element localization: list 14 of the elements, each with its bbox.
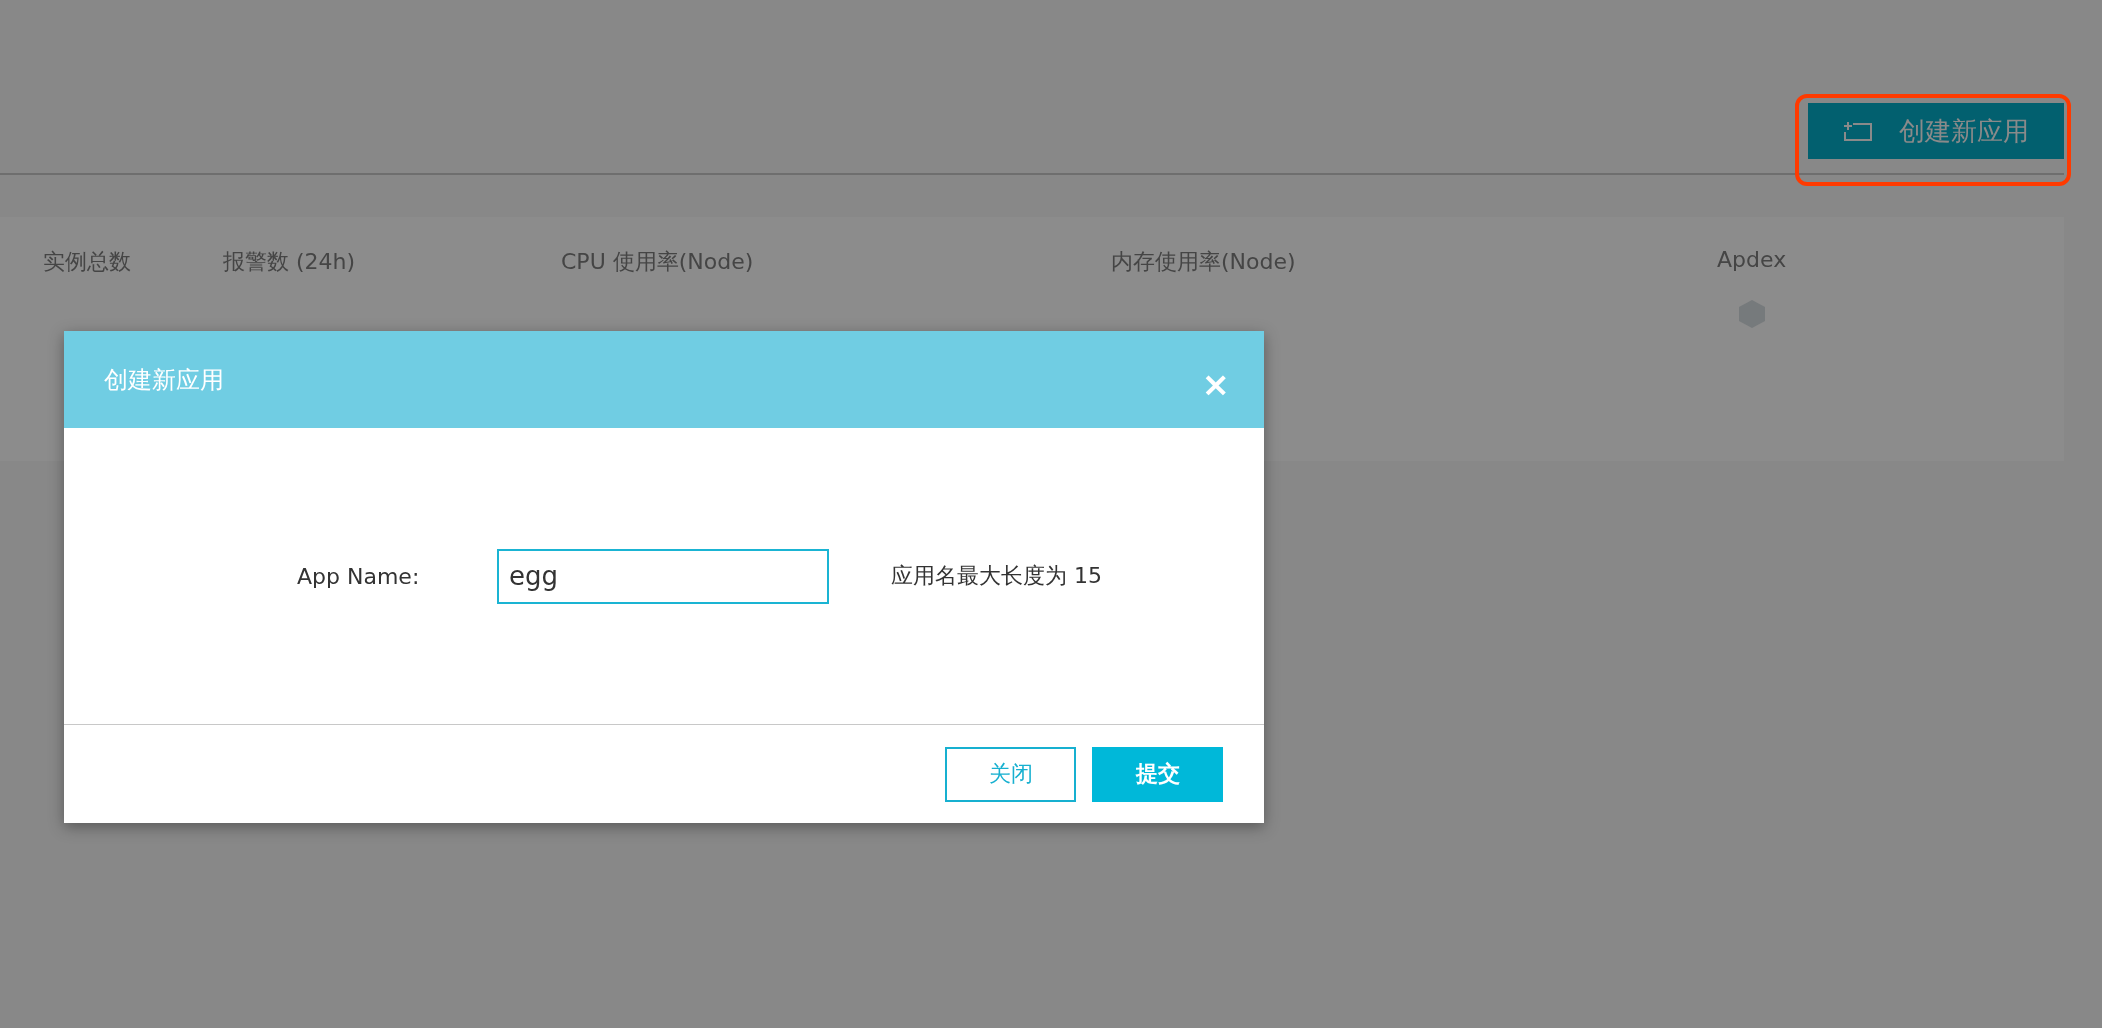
close-dialog-button[interactable]: 关闭 — [945, 746, 1076, 802]
stat-label: Apdex — [1717, 247, 1787, 272]
submit-button[interactable]: 提交 — [1092, 746, 1223, 802]
stat-label: 报警数 (24h) — [223, 248, 356, 276]
field-hint: 应用名最大长度为 15 — [891, 562, 1102, 590]
app-name-field[interactable]: egg — [497, 548, 829, 604]
dialog-title: 创建新应用 — [104, 364, 224, 396]
stat-label: 实例总数 — [43, 248, 131, 276]
create-app-button[interactable]: 创建新应用 — [1808, 103, 2064, 159]
stat-label: 内存使用率(Node) — [1111, 248, 1296, 276]
close-button[interactable]: × — [1195, 366, 1236, 401]
stat-label: CPU 使用率(Node) — [561, 248, 754, 276]
field-label: App Name: — [297, 563, 421, 589]
add-folder-icon — [1843, 120, 1873, 142]
